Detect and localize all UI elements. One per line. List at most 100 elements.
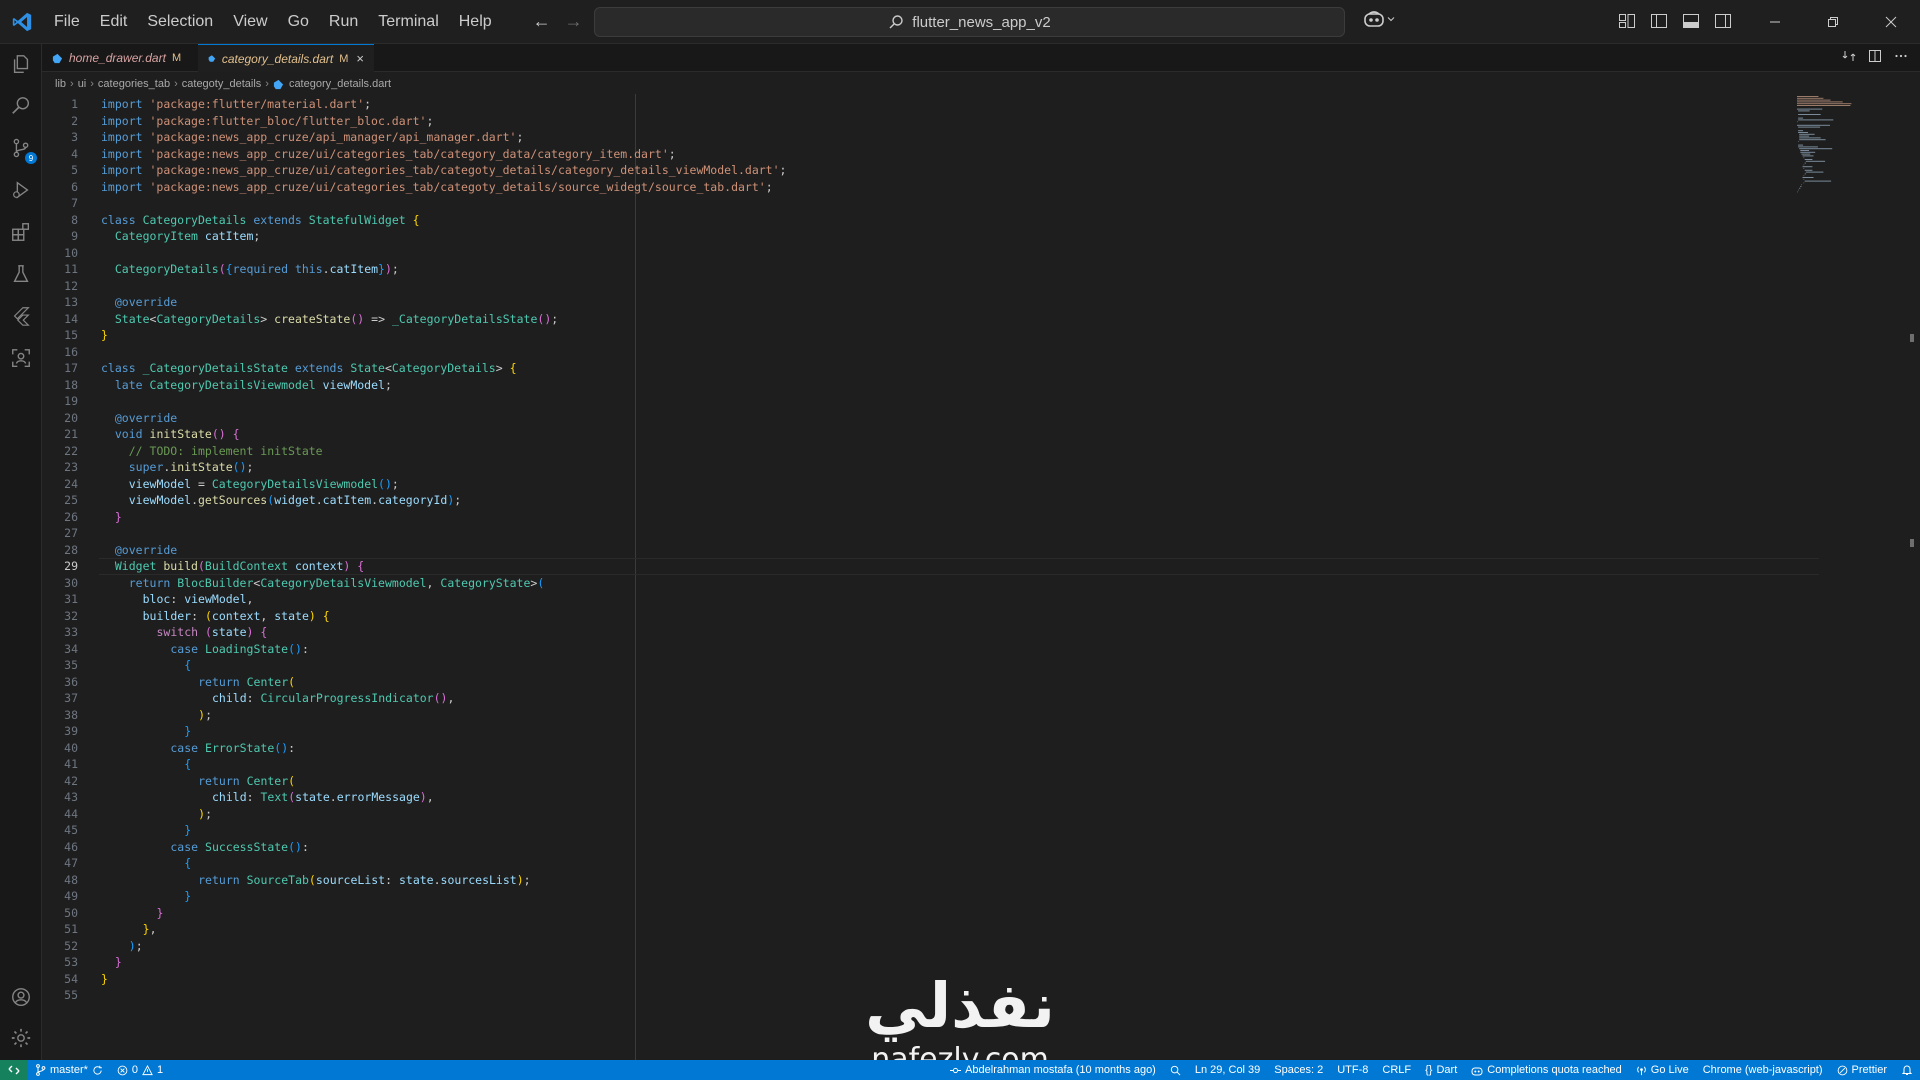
code-line[interactable]: import 'package:news_app_cruze/api_manag… (101, 129, 523, 146)
code-line[interactable]: } (101, 954, 122, 971)
code-line[interactable]: builder: (context, state) { (101, 608, 330, 625)
git-blame[interactable]: Abdelrahman mostafa (10 months ago) (943, 1060, 1163, 1080)
remote-indicator[interactable] (0, 1060, 28, 1080)
code-line[interactable]: import 'package:news_app_cruze/ui/catego… (101, 146, 676, 163)
code-line[interactable]: return Center( (101, 773, 295, 790)
breadcrumb-item[interactable]: lib (55, 78, 66, 90)
device-selector[interactable]: Chrome (web-javascript) (1696, 1060, 1830, 1080)
split-editor-icon[interactable] (1868, 49, 1882, 63)
code-line[interactable]: super.initState(); (101, 459, 254, 476)
code-line[interactable]: child: Text(state.errorMessage), (101, 789, 434, 806)
code-line[interactable]: Widget build(BuildContext context) { (101, 558, 364, 575)
code-line[interactable]: late CategoryDetailsViewmodel viewModel; (101, 377, 392, 394)
run-debug-icon[interactable] (7, 176, 35, 204)
menu-terminal[interactable]: Terminal (368, 7, 448, 37)
remote-explorer-icon[interactable] (7, 344, 35, 372)
menu-help[interactable]: Help (449, 7, 502, 37)
toggle-primary-sidebar-icon[interactable] (1650, 12, 1668, 30)
code-line[interactable]: switch (state) { (101, 624, 268, 641)
menu-go[interactable]: Go (278, 7, 319, 37)
menu-file[interactable]: File (44, 7, 90, 37)
code-line[interactable]: CategoryItem catItem; (101, 228, 260, 245)
code-line[interactable]: State<CategoryDetails> createState() => … (101, 311, 558, 328)
tab-category-details[interactable]: category_details.dart M × (198, 44, 374, 72)
minimize-icon[interactable] (1746, 0, 1804, 44)
explorer-icon[interactable] (7, 50, 35, 78)
sync-icon[interactable] (92, 1065, 103, 1076)
close-tab-icon[interactable]: × (356, 51, 364, 66)
breadcrumb-item[interactable]: category_details.dart (289, 78, 391, 90)
back-arrow-icon[interactable]: ← (530, 10, 554, 34)
end-of-line[interactable]: CRLF (1375, 1060, 1418, 1080)
more-actions-icon[interactable] (1894, 49, 1908, 63)
flutter-icon[interactable] (7, 302, 35, 330)
code-line[interactable]: import 'package:flutter/material.dart'; (101, 96, 371, 113)
code-line[interactable]: } (101, 509, 122, 526)
copilot-button[interactable] (1363, 10, 1395, 28)
search-icon[interactable] (7, 92, 35, 120)
go-live-button[interactable]: Go Live (1629, 1060, 1696, 1080)
vertical-scrollbar[interactable] (1905, 94, 1919, 1060)
problems-indicator[interactable]: 0 1 (110, 1060, 170, 1080)
code-line[interactable]: } (101, 822, 191, 839)
accounts-icon[interactable] (7, 983, 35, 1011)
toggle-secondary-sidebar-icon[interactable] (1714, 12, 1732, 30)
code-line[interactable]: @override (101, 294, 177, 311)
source-control-icon[interactable]: 9 (7, 134, 37, 164)
close-window-icon[interactable] (1862, 0, 1920, 44)
prettier-status[interactable]: Prettier (1830, 1060, 1894, 1080)
branch-indicator[interactable]: master* (28, 1060, 110, 1080)
indentation[interactable]: Spaces: 2 (1267, 1060, 1330, 1080)
open-changes-icon[interactable] (1842, 49, 1856, 63)
code-line[interactable]: @override (101, 410, 177, 427)
tab-home-drawer[interactable]: home_drawer.dart M (42, 44, 197, 72)
code-line[interactable]: case ErrorState(): (101, 740, 295, 757)
code-line[interactable]: case LoadingState(): (101, 641, 309, 658)
code-line[interactable]: void initState() { (101, 426, 240, 443)
code-line[interactable]: class _CategoryDetailsState extends Stat… (101, 360, 517, 377)
code-line[interactable]: }, (101, 921, 157, 938)
code-line[interactable]: // TODO: implement initState (101, 443, 323, 460)
code-line[interactable]: } (101, 905, 164, 922)
code-line[interactable]: viewModel = CategoryDetailsViewmodel(); (101, 476, 399, 493)
code-line[interactable]: import 'package:news_app_cruze/ui/catego… (101, 179, 773, 196)
code-line[interactable]: } (101, 327, 108, 344)
code-line[interactable]: { (101, 756, 191, 773)
cursor-position[interactable]: Ln 29, Col 39 (1188, 1060, 1267, 1080)
language-mode[interactable]: {} Dart (1418, 1060, 1464, 1080)
menu-run[interactable]: Run (319, 7, 368, 37)
code-line[interactable]: ); (101, 806, 212, 823)
code-line[interactable]: { (101, 855, 191, 872)
zoom-indicator[interactable] (1163, 1060, 1188, 1080)
minimap[interactable] (1795, 94, 1905, 204)
code-line[interactable]: } (101, 971, 108, 988)
code-line[interactable]: import 'package:flutter_bloc/flutter_blo… (101, 113, 433, 130)
menu-edit[interactable]: Edit (90, 7, 138, 37)
notifications-icon[interactable] (1894, 1060, 1920, 1080)
code-line[interactable]: CategoryDetails({required this.catItem})… (101, 261, 399, 278)
code-line[interactable]: @override (101, 542, 177, 559)
command-center-search[interactable]: flutter_news_app_v2 (594, 7, 1345, 37)
code-line[interactable]: } (101, 888, 191, 905)
restore-icon[interactable] (1804, 0, 1862, 44)
code-line[interactable]: return Center( (101, 674, 295, 691)
extensions-icon[interactable] (7, 218, 35, 246)
code-line[interactable]: case SuccessState(): (101, 839, 309, 856)
customize-layout-icon[interactable] (1618, 12, 1636, 30)
toggle-panel-icon[interactable] (1682, 12, 1700, 30)
forward-arrow-icon[interactable]: → (562, 10, 586, 34)
code-line[interactable]: return BlocBuilder<CategoryDetailsViewmo… (101, 575, 545, 592)
code-editor[interactable]: 1 2 3 4 5 6 7 8 9 10 11 12 13 14 15 16 17 18 19 20 21 22 23 24 2… (42, 94, 1819, 1060)
breadcrumb-item[interactable]: categories_tab (98, 78, 170, 90)
code-line[interactable]: class CategoryDetails extends StatefulWi… (101, 212, 420, 229)
breadcrumb-item[interactable]: ui (78, 78, 87, 90)
code-line[interactable]: ); (101, 938, 143, 955)
code-line[interactable]: bloc: viewModel, (101, 591, 254, 608)
code-line[interactable]: child: CircularProgressIndicator(), (101, 690, 454, 707)
code-line[interactable]: import 'package:news_app_cruze/ui/catego… (101, 162, 786, 179)
code-line[interactable]: { (101, 657, 191, 674)
code-line[interactable]: ); (101, 707, 212, 724)
code-line[interactable]: return SourceTab(sourceList: state.sourc… (101, 872, 530, 889)
menu-view[interactable]: View (223, 7, 277, 37)
code-line[interactable]: } (101, 723, 191, 740)
